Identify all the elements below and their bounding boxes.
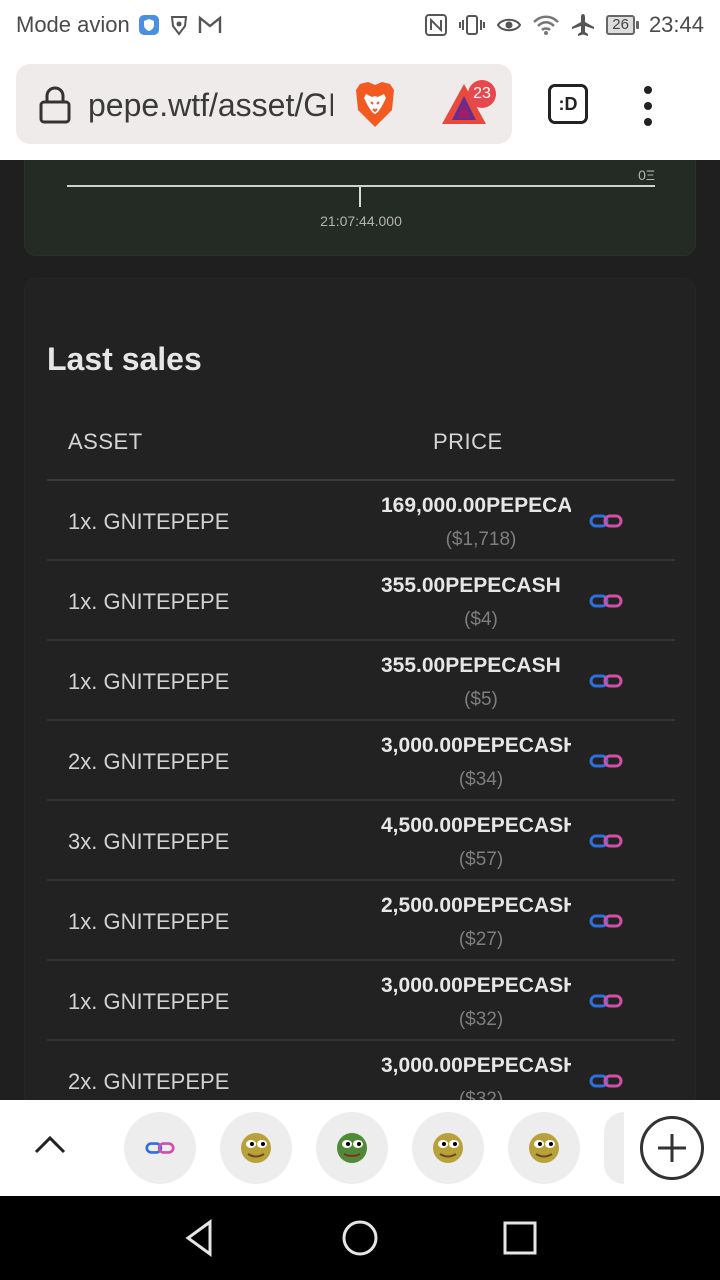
table-row: 2x. GNITEPEPE 3,000.00PEPECASH ($34) bbox=[47, 721, 675, 801]
row-price: 3,000.00PEPECASH bbox=[381, 974, 571, 997]
airplane-icon bbox=[570, 13, 596, 37]
chart-time-label: 21:07:44.000 bbox=[320, 213, 402, 229]
row-asset: 1x. GNITEPEPE bbox=[68, 989, 230, 1014]
nfc-icon bbox=[424, 13, 448, 37]
row-asset: 1x. GNITEPEPE bbox=[68, 589, 230, 614]
tab-thumbnail[interactable] bbox=[412, 1112, 484, 1184]
tab-thumbnail[interactable] bbox=[604, 1112, 624, 1184]
lock-icon[interactable] bbox=[38, 86, 72, 129]
table-row: 2x. GNITEPEPE 3,000.00PEPECASH ($32) bbox=[47, 1041, 675, 1100]
more-menu-icon[interactable] bbox=[636, 86, 660, 126]
plus-icon[interactable] bbox=[640, 1116, 704, 1180]
row-asset: 1x. GNITEPEPE bbox=[68, 509, 230, 534]
row-asset: 3x. GNITEPEPE bbox=[68, 829, 230, 854]
row-usd: ($5) bbox=[464, 689, 498, 710]
chain-link-icon[interactable] bbox=[589, 753, 623, 774]
table-row: 3x. GNITEPEPE 4,500.00PEPECASH ($57) bbox=[47, 801, 675, 881]
battery-icon: 26 bbox=[606, 15, 639, 35]
chart-y-label: 0Ξ bbox=[638, 167, 655, 183]
gmail-icon bbox=[198, 13, 222, 37]
eye-icon bbox=[496, 13, 522, 37]
row-usd: ($32) bbox=[458, 1089, 504, 1100]
address-bar[interactable]: pepe.wtf/asset/GNITEPEPE 23 bbox=[16, 64, 512, 144]
shield-icon bbox=[138, 13, 160, 37]
status-bar: Mode avion 26 23:44 bbox=[0, 0, 720, 50]
wifi-icon bbox=[532, 13, 560, 37]
page-content: 0Ξ 21:07:44.000 Last sales ASSET PRICE 1… bbox=[0, 160, 720, 1100]
row-asset: 1x. GNITEPEPE bbox=[68, 909, 230, 934]
tab-thumbnail[interactable] bbox=[508, 1112, 580, 1184]
row-usd: ($4) bbox=[464, 609, 498, 630]
row-price: 3,000.00PEPECASH bbox=[381, 1054, 571, 1077]
tab-thumbnail[interactable] bbox=[124, 1112, 196, 1184]
chain-link-icon[interactable] bbox=[589, 1073, 623, 1094]
battery-level: 26 bbox=[606, 15, 635, 35]
chart-x-axis bbox=[67, 185, 655, 187]
row-price: 2,500.00PEPECASH bbox=[381, 894, 571, 917]
row-usd: ($27) bbox=[458, 929, 504, 950]
table-row: 1x. GNITEPEPE 169,000.00PEPECASH ($1,718… bbox=[47, 481, 675, 561]
row-usd: ($57) bbox=[458, 849, 504, 870]
row-price: 3,000.00PEPECASH bbox=[381, 734, 571, 757]
vibrate-icon bbox=[458, 13, 486, 37]
chart-tick bbox=[359, 187, 361, 207]
chain-link-icon[interactable] bbox=[589, 993, 623, 1014]
row-asset: 1x. GNITEPEPE bbox=[68, 669, 230, 694]
row-price: 355.00PEPECASH bbox=[381, 654, 561, 677]
row-usd: ($32) bbox=[458, 1009, 504, 1030]
home-icon[interactable] bbox=[340, 1218, 380, 1258]
last-sales-card: Last sales ASSET PRICE 1x. GNITEPEPE 169… bbox=[24, 278, 696, 1100]
table-row: 1x. GNITEPEPE 355.00PEPECASH ($5) bbox=[47, 641, 675, 721]
back-icon[interactable] bbox=[180, 1218, 220, 1258]
chevron-up-icon[interactable] bbox=[30, 1126, 70, 1166]
row-asset: 2x. GNITEPEPE bbox=[68, 749, 230, 774]
url-text[interactable]: pepe.wtf/asset/GNITEPEPE bbox=[88, 86, 333, 124]
brave-status-icon bbox=[168, 13, 190, 37]
chain-link-icon[interactable] bbox=[589, 513, 623, 534]
row-usd: ($1,718) bbox=[445, 529, 517, 550]
clock: 23:44 bbox=[648, 12, 704, 37]
row-price: 169,000.00PEPECASH bbox=[381, 494, 571, 517]
chain-link-icon[interactable] bbox=[589, 673, 623, 694]
carrier-text: Mode avion bbox=[16, 12, 130, 37]
row-asset: 2x. GNITEPEPE bbox=[68, 1069, 230, 1094]
row-price: 355.00PEPECASH bbox=[381, 574, 561, 597]
row-price: 4,500.00PEPECASH bbox=[381, 814, 571, 837]
section-title: Last sales bbox=[47, 341, 202, 377]
chain-link-icon[interactable] bbox=[589, 913, 623, 934]
row-usd: ($34) bbox=[458, 769, 504, 790]
tab-thumbnail[interactable] bbox=[316, 1112, 388, 1184]
table-row: 1x. GNITEPEPE 2,500.00PEPECASH ($27) bbox=[47, 881, 675, 961]
table-row: 1x. GNITEPEPE 3,000.00PEPECASH ($32) bbox=[47, 961, 675, 1041]
table-header: ASSET PRICE bbox=[47, 429, 675, 481]
tab-switcher-button[interactable]: :D bbox=[548, 84, 588, 124]
column-header-price: PRICE bbox=[433, 429, 503, 454]
rewards-count-badge: 23 bbox=[468, 80, 496, 108]
price-chart-card: 0Ξ 21:07:44.000 bbox=[24, 160, 696, 256]
chain-link-icon[interactable] bbox=[589, 833, 623, 854]
brave-shields-icon[interactable] bbox=[352, 80, 398, 135]
column-header-asset: ASSET bbox=[68, 429, 143, 454]
table-row: 1x. GNITEPEPE 355.00PEPECASH ($4) bbox=[47, 561, 675, 641]
tab-strip bbox=[0, 1100, 720, 1196]
chain-link-icon[interactable] bbox=[589, 593, 623, 614]
system-navigation-bar bbox=[0, 1196, 720, 1280]
recents-icon[interactable] bbox=[500, 1218, 540, 1258]
browser-toolbar: pepe.wtf/asset/GNITEPEPE 23 :D bbox=[0, 50, 720, 160]
tab-thumbnail[interactable] bbox=[220, 1112, 292, 1184]
